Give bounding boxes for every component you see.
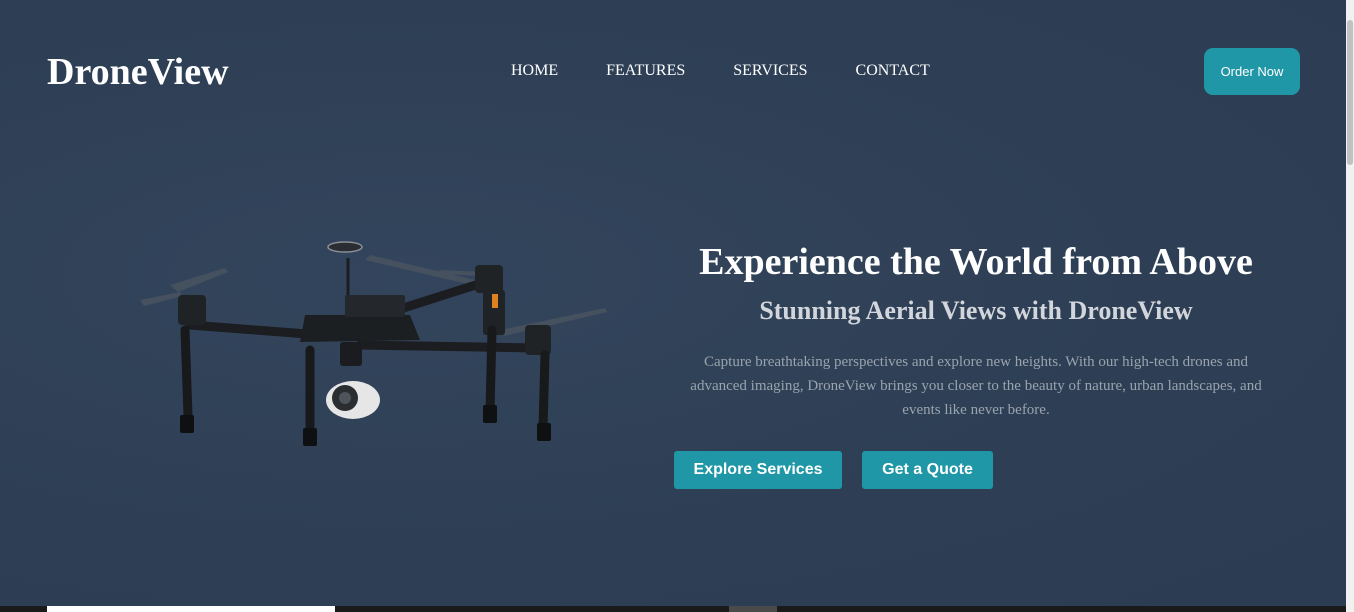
page: DroneView HOME FEATURES SERVICES CONTACT… bbox=[0, 0, 1354, 612]
bottom-tab-active bbox=[47, 606, 335, 612]
logo[interactable]: DroneView bbox=[47, 50, 229, 94]
hero-subtitle: Stunning Aerial Views with DroneView bbox=[759, 296, 1193, 325]
bottom-tab-indicator bbox=[729, 606, 777, 612]
nav-services[interactable]: SERVICES bbox=[733, 62, 807, 80]
hero-title: Experience the World from Above bbox=[699, 241, 1253, 283]
nav-features[interactable]: FEATURES bbox=[606, 62, 685, 80]
nav-contact[interactable]: CONTACT bbox=[856, 62, 930, 80]
hero-description: Capture breathtaking perspectives and ex… bbox=[690, 354, 1262, 418]
drone-body bbox=[300, 315, 420, 342]
main-nav: HOME FEATURES SERVICES CONTACT bbox=[511, 62, 930, 80]
get-quote-button[interactable]: Get a Quote bbox=[862, 451, 993, 489]
drone-image bbox=[140, 241, 607, 446]
explore-services-button[interactable]: Explore Services bbox=[674, 451, 842, 489]
nav-home[interactable]: HOME bbox=[511, 62, 558, 80]
scrollbar-thumb[interactable] bbox=[1347, 20, 1353, 165]
order-now-button[interactable]: Order Now bbox=[1204, 48, 1300, 95]
status-light bbox=[492, 294, 498, 308]
scrollbar[interactable] bbox=[1346, 0, 1354, 612]
